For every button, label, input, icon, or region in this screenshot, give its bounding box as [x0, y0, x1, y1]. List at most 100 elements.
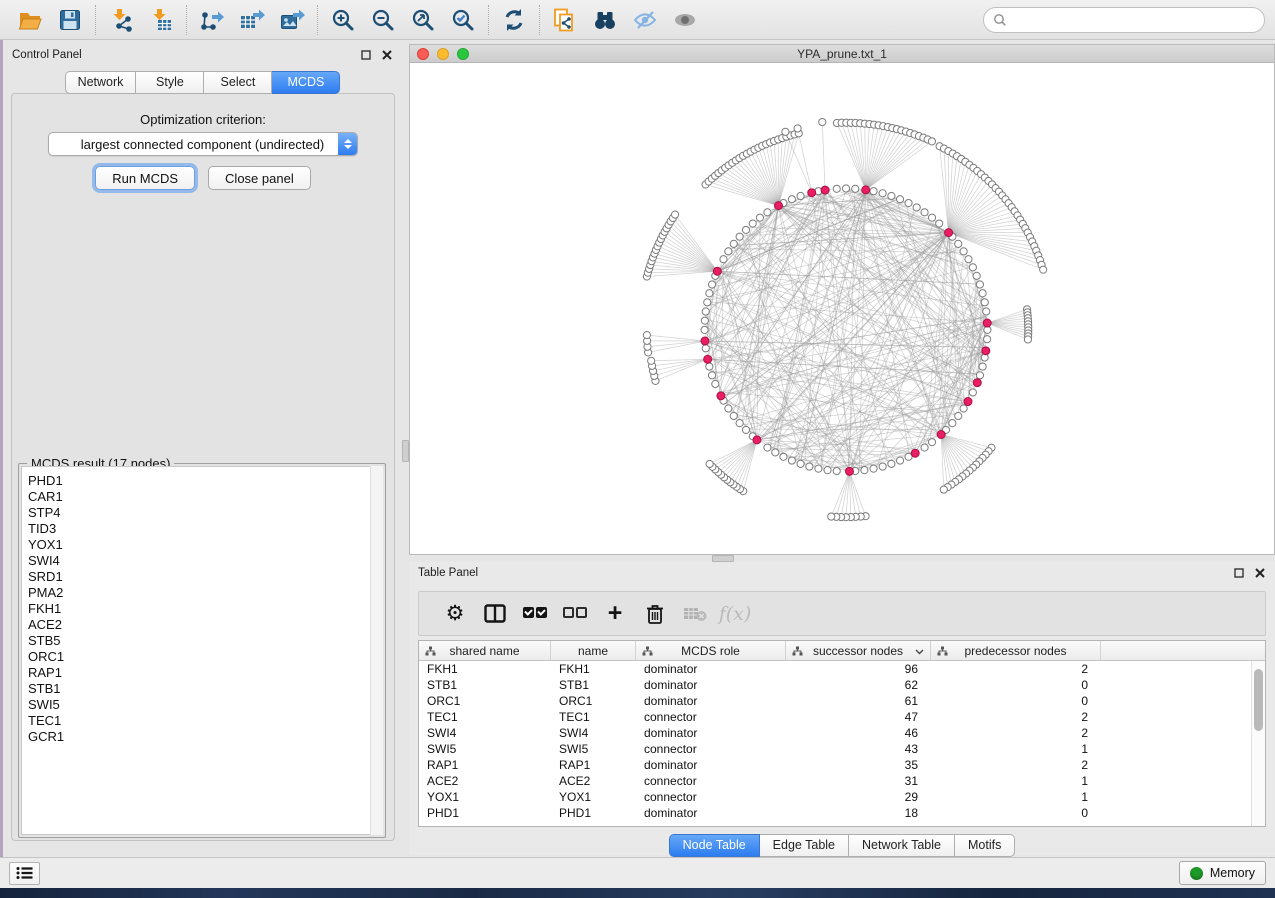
first-neighbors-button[interactable]	[585, 3, 625, 37]
horizontal-splitter[interactable]	[409, 555, 1275, 562]
tab-network-table[interactable]: Network Table	[849, 834, 955, 857]
task-history-button[interactable]	[9, 862, 40, 885]
splitter-grip[interactable]	[402, 440, 409, 462]
open-folder-icon	[17, 7, 43, 33]
node-table: shared namenameMCDS rolesuccessor nodesp…	[418, 640, 1266, 827]
close-panel-icon[interactable]	[1254, 567, 1266, 579]
float-panel-icon[interactable]	[360, 49, 372, 61]
save-session-button[interactable]	[50, 3, 90, 37]
import-table-icon	[148, 7, 174, 33]
table-row[interactable]: SWI4SWI4dominator462	[419, 725, 1251, 741]
export-network-button[interactable]	[192, 3, 232, 37]
export-image-button[interactable]	[272, 3, 312, 37]
zoom-fit-button[interactable]	[403, 3, 443, 37]
toolbar-separator	[317, 5, 318, 35]
tab-mcds[interactable]: MCDS	[272, 71, 340, 94]
table-cell: 1	[931, 774, 1101, 788]
mcds-result-item[interactable]: STB1	[28, 681, 382, 697]
splitter-grip[interactable]	[712, 555, 734, 562]
mcds-result-item[interactable]: STP4	[28, 505, 382, 521]
zoom-selected-button[interactable]	[443, 3, 483, 37]
mcds-result-item[interactable]: STB5	[28, 633, 382, 649]
refresh-view-button[interactable]	[494, 3, 534, 37]
show-all-button[interactable]	[665, 3, 705, 37]
memory-label: Memory	[1210, 866, 1255, 880]
delete-table-button[interactable]	[675, 596, 715, 632]
import-table-button[interactable]	[141, 3, 181, 37]
column-header-shared-name[interactable]: shared name	[419, 641, 551, 660]
mcds-result-item[interactable]: SRD1	[28, 569, 382, 585]
mcds-result-list[interactable]: PHD1CAR1STP4TID3YOX1SWI4SRD1PMA2FKH1ACE2…	[21, 466, 383, 835]
duplicate-network-button[interactable]	[545, 3, 585, 37]
tab-motifs[interactable]: Motifs	[955, 834, 1015, 857]
table-scrollbar[interactable]	[1251, 661, 1265, 826]
deselect-all-button[interactable]	[555, 596, 595, 632]
tab-node-table[interactable]: Node Table	[669, 834, 760, 857]
mcds-list-scrollbar[interactable]	[370, 466, 383, 835]
mcds-result-item[interactable]: SWI4	[28, 553, 382, 569]
column-header-MCDS-role[interactable]: MCDS role	[636, 641, 786, 660]
mcds-result-item[interactable]: PHD1	[28, 473, 382, 489]
column-header-predecessor-nodes[interactable]: predecessor nodes	[931, 641, 1101, 660]
mcds-result-item[interactable]: CAR1	[28, 489, 382, 505]
mcds-result-item[interactable]: TEC1	[28, 713, 382, 729]
add-column-button[interactable]: +	[595, 596, 635, 632]
select-all-button[interactable]	[515, 596, 555, 632]
table-settings-button[interactable]: ⚙	[435, 596, 475, 632]
search-input[interactable]	[1007, 13, 1255, 27]
mcds-result-item[interactable]: PMA2	[28, 585, 382, 601]
table-header-row: shared namenameMCDS rolesuccessor nodesp…	[419, 641, 1265, 661]
export-table-button[interactable]	[232, 3, 272, 37]
zoom-out-button[interactable]	[363, 3, 403, 37]
table-cell: 2	[931, 726, 1101, 740]
criterion-dropdown[interactable]: largest connected component (undirected)	[48, 132, 358, 156]
mcds-result-item[interactable]: FKH1	[28, 601, 382, 617]
trash-icon	[645, 603, 665, 625]
mcds-result-item[interactable]: RAP1	[28, 665, 382, 681]
table-row[interactable]: TEC1TEC1connector472	[419, 709, 1251, 725]
vertical-splitter[interactable]	[402, 40, 409, 857]
close-panel-icon[interactable]	[381, 49, 393, 61]
table-cell: SWI4	[419, 726, 551, 740]
function-builder-button[interactable]: f(x)	[715, 596, 755, 632]
table-cell: 31	[786, 774, 931, 788]
run-mcds-button[interactable]: Run MCDS	[95, 166, 195, 190]
table-body: FKH1FKH1dominator962STB1STB1dominator620…	[419, 661, 1251, 826]
tab-style[interactable]: Style	[136, 71, 204, 94]
hide-selected-button[interactable]	[625, 3, 665, 37]
mcds-result-item[interactable]: YOX1	[28, 537, 382, 553]
import-network-button[interactable]	[101, 3, 141, 37]
table-row[interactable]: YOX1YOX1connector291	[419, 789, 1251, 805]
split-panel-button[interactable]	[475, 596, 515, 632]
network-canvas[interactable]	[410, 64, 1274, 554]
network-search-box[interactable]	[983, 7, 1265, 33]
mcds-result-item[interactable]: SWI5	[28, 697, 382, 713]
scrollbar-thumb[interactable]	[1254, 669, 1263, 731]
zoom-in-button[interactable]	[323, 3, 363, 37]
table-row[interactable]: PHD1PHD1dominator180	[419, 805, 1251, 821]
open-file-button[interactable]	[10, 3, 50, 37]
mcds-result-item[interactable]: ACE2	[28, 617, 382, 633]
mcds-result-item[interactable]: TID3	[28, 521, 382, 537]
delete-column-button[interactable]	[635, 596, 675, 632]
table-row[interactable]: RAP1RAP1dominator352	[419, 757, 1251, 773]
table-row[interactable]: STB1STB1dominator620	[419, 677, 1251, 693]
mcds-result-item[interactable]: GCR1	[28, 729, 382, 745]
table-row[interactable]: ORC1ORC1dominator610	[419, 693, 1251, 709]
table-row[interactable]: SWI5SWI5connector431	[419, 741, 1251, 757]
toolbar-separator	[539, 5, 540, 35]
memory-button[interactable]: Memory	[1179, 861, 1266, 885]
column-header-successor-nodes[interactable]: successor nodes	[786, 641, 931, 660]
table-cell: ORC1	[419, 694, 551, 708]
table-cell: YOX1	[551, 790, 636, 804]
table-row[interactable]: ACE2ACE2connector311	[419, 773, 1251, 789]
float-panel-icon[interactable]	[1233, 567, 1245, 579]
column-header-name[interactable]: name	[551, 641, 636, 660]
tab-network[interactable]: Network	[65, 71, 137, 94]
table-cell: RAP1	[419, 758, 551, 772]
tab-edge-table[interactable]: Edge Table	[760, 834, 849, 857]
tab-select[interactable]: Select	[204, 71, 272, 94]
table-row[interactable]: FKH1FKH1dominator962	[419, 661, 1251, 677]
close-panel-button[interactable]: Close panel	[208, 166, 311, 190]
mcds-result-item[interactable]: ORC1	[28, 649, 382, 665]
